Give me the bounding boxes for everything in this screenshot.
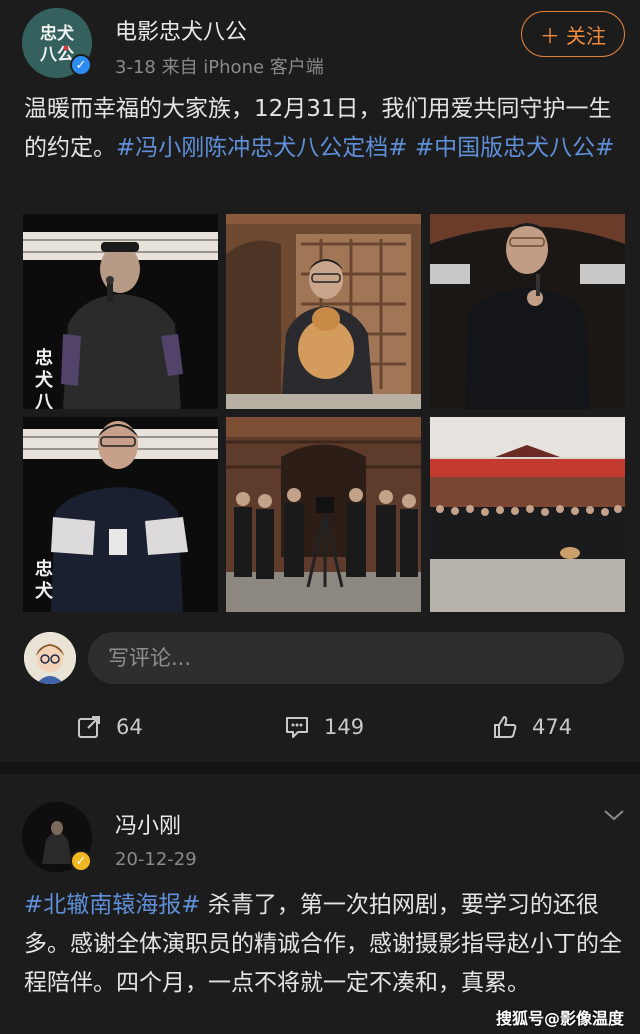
group-photo xyxy=(430,417,625,612)
like-button[interactable]: 474 xyxy=(492,714,572,740)
photo-thumbnail[interactable]: 忠 犬 八 xyxy=(23,214,218,409)
user-avatar[interactable] xyxy=(24,632,76,684)
post-divider xyxy=(0,762,640,774)
hashtag-link[interactable]: #中国版忠犬八公# xyxy=(415,135,615,161)
thumbs-up-icon xyxy=(494,716,517,738)
post-meta: 3-18 来自 iPhone 客户端 xyxy=(115,57,324,78)
person-with-microphone-photo: 忠 犬 八 xyxy=(23,214,218,409)
post-text: 温暖而幸福的大家族，12月31日，我们用爱共同守护一生的约定。#冯小刚陈冲忠犬八… xyxy=(24,90,624,168)
plus-icon: ＋ xyxy=(540,23,560,48)
photo-thumbnail[interactable] xyxy=(226,214,421,409)
person-with-glasses-photo: 忠 犬 xyxy=(23,417,218,612)
photo-thumbnail[interactable] xyxy=(226,417,421,612)
comment-icon xyxy=(286,717,308,738)
account-name[interactable]: 电影忠犬八公 xyxy=(115,14,247,46)
svg-text:八公: 八公 xyxy=(40,45,74,65)
comment-button[interactable]: 149 xyxy=(284,714,364,740)
person-speaking-photo xyxy=(430,214,625,409)
svg-text:犬: 犬 xyxy=(35,369,54,391)
like-count: 474 xyxy=(532,715,573,739)
crew-with-camera-photo xyxy=(226,417,421,612)
repost-count: 64 xyxy=(116,715,143,739)
svg-text:忠犬: 忠犬 xyxy=(40,23,75,44)
action-bar: 64 149 474 xyxy=(0,706,640,758)
post-text: #北辙南辕海报# 杀青了，第一次拍网剧，要学习的还很多。感谢全体演职员的精诚合作… xyxy=(24,886,624,1003)
comment-bar: 写评论... xyxy=(0,628,640,688)
verified-badge-icon: ✓ xyxy=(70,54,92,76)
account-name[interactable]: 冯小刚 xyxy=(115,808,181,840)
repost-icon xyxy=(78,716,100,738)
watermark: 搜狐号@影像温度 xyxy=(496,1009,625,1028)
repost-button[interactable]: 64 xyxy=(76,714,143,740)
photo-grid: 忠 犬 八 忠 犬 xyxy=(23,214,625,612)
svg-text:忠: 忠 xyxy=(35,348,53,369)
svg-text:八: 八 xyxy=(35,392,54,409)
hashtag-link[interactable]: #冯小刚陈冲忠犬八公定档# xyxy=(116,135,408,161)
post-meta: 20-12-29 xyxy=(115,849,197,870)
svg-text:犬: 犬 xyxy=(35,580,54,602)
photo-thumbnail[interactable] xyxy=(430,214,625,409)
follow-label: 关注 xyxy=(566,23,606,48)
comment-count: 149 xyxy=(324,715,365,739)
svg-text:忠: 忠 xyxy=(35,559,53,580)
hashtag-link[interactable]: #北辙南辕海报# xyxy=(24,892,201,918)
follow-button[interactable]: ＋ 关注 xyxy=(521,11,625,57)
weibo-post-1: 忠犬 八公 ✓ 电影忠犬八公 3-18 来自 iPhone 客户端 ＋ 关注 温… xyxy=(0,0,640,762)
cartoon-user-icon xyxy=(24,632,76,684)
comment-input[interactable]: 写评论... xyxy=(88,632,624,684)
photo-thumbnail[interactable]: 忠 犬 xyxy=(23,417,218,612)
chevron-down-icon[interactable] xyxy=(602,806,626,824)
person-holding-dog-photo xyxy=(226,214,421,409)
verified-gold-badge-icon: ✓ xyxy=(70,850,92,872)
photo-thumbnail[interactable] xyxy=(430,417,625,612)
